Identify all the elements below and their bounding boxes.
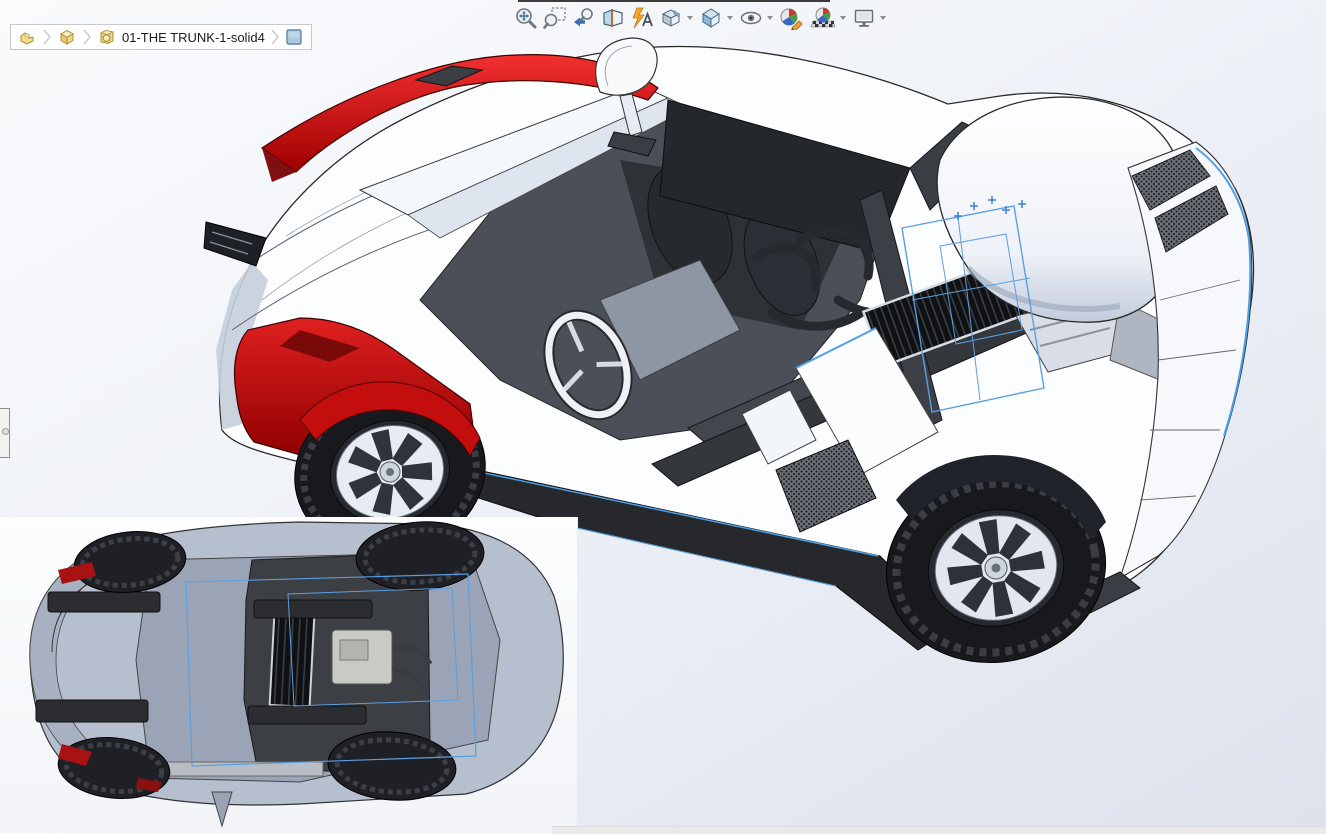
zoom-to-fit-button[interactable]	[512, 3, 540, 33]
view-settings-dropdown-arrow[interactable]	[880, 16, 886, 20]
zoom-to-fit-icon	[516, 8, 537, 29]
annotation-views-icon	[632, 7, 653, 29]
breadcrumb-chevron	[271, 29, 279, 45]
left-panel-edge[interactable]	[0, 408, 10, 458]
section-view-icon	[603, 9, 623, 27]
solid-bodies-icon	[60, 29, 74, 45]
edit-appearance-icon	[780, 8, 803, 30]
application-window: { "breadcrumb": { "items": [ { "name": "…	[0, 0, 1326, 834]
display-style-dropdown-arrow[interactable]	[727, 16, 733, 20]
view-orientation-icon	[661, 9, 681, 27]
part-icon	[20, 32, 34, 45]
heads-up-view-toolbar	[512, 3, 889, 33]
section-view-button[interactable]	[599, 3, 627, 33]
edit-appearance-button[interactable]	[777, 3, 807, 33]
inset-bottom-view[interactable]	[0, 517, 578, 833]
zoom-to-area-icon	[543, 7, 566, 29]
apply-scene-dropdown-arrow[interactable]	[840, 16, 846, 20]
hide-show-dropdown-arrow[interactable]	[767, 16, 773, 20]
headlight[interactable]	[203, 221, 267, 267]
breadcrumb-item-label: 01-THE TRUNK-1-solid4	[122, 29, 265, 45]
breadcrumb-chevron	[83, 29, 91, 45]
display-style-icon	[702, 8, 720, 28]
menu-bar-divider	[518, 0, 830, 2]
previous-view-icon	[574, 8, 593, 27]
dynamic-annotation-views-button[interactable]	[628, 3, 656, 33]
breadcrumb: 01-THE TRUNK-1-solid4	[10, 24, 312, 50]
breadcrumb-item-part[interactable]	[15, 26, 39, 48]
breadcrumb-item-appearance[interactable]	[283, 26, 305, 48]
solid-body-icon	[99, 29, 115, 45]
monitor-icon	[854, 9, 874, 27]
previous-view-button[interactable]	[570, 3, 598, 33]
eye-icon	[740, 11, 762, 25]
display-style-button[interactable]	[697, 3, 736, 33]
zoom-to-area-button[interactable]	[541, 3, 569, 33]
appearance-swatch-icon	[286, 29, 302, 45]
breadcrumb-item-solid-body[interactable]: 01-THE TRUNK-1-solid4	[95, 26, 267, 48]
left-panel-edge-handle	[2, 428, 9, 435]
hide-show-items-button[interactable]	[737, 3, 776, 33]
breadcrumb-item-solid-bodies[interactable]	[55, 26, 79, 48]
breadcrumb-chevron	[43, 29, 51, 45]
3d-viewport[interactable]	[0, 0, 1326, 833]
apply-scene-button[interactable]	[808, 3, 849, 33]
view-orientation-button[interactable]	[657, 3, 696, 33]
view-orientation-dropdown-arrow[interactable]	[687, 16, 693, 20]
apply-scene-icon	[810, 7, 836, 28]
view-settings-button[interactable]	[850, 3, 889, 33]
